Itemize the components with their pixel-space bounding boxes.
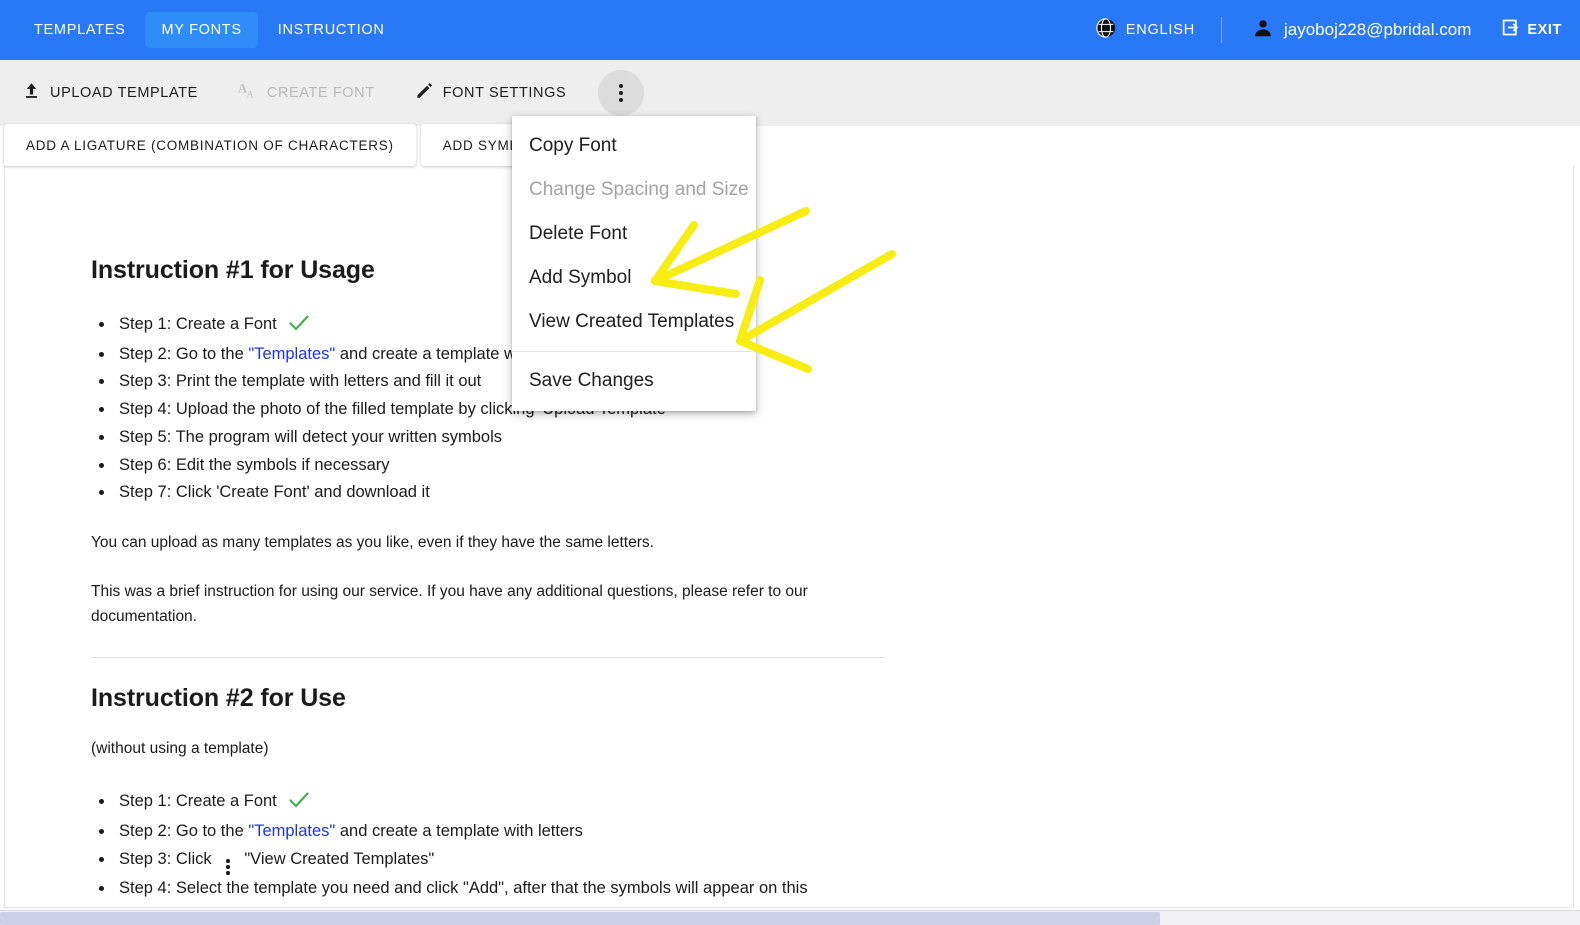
symbol-tab-row: ADD A LIGATURE (COMBINATION OF CHARACTER… <box>0 124 1580 166</box>
checkmark-icon <box>289 313 309 341</box>
upload-icon <box>22 81 41 105</box>
templates-link[interactable]: "Templates" <box>248 345 335 363</box>
list-item: Step 5: The program will detect your wri… <box>115 424 815 452</box>
section2-step-list: Step 1: Create a Font Step 2: Go to the … <box>91 788 815 907</box>
checkmark-icon <box>289 790 309 818</box>
exit-button[interactable]: EXIT <box>1501 17 1580 43</box>
section1-paragraph-2: This was a brief instruction for using o… <box>91 582 808 625</box>
exit-label: EXIT <box>1527 22 1562 38</box>
nav-tab-my-fonts[interactable]: MY FONTS <box>145 12 258 48</box>
section-divider <box>91 657 885 659</box>
menu-item-delete-font[interactable]: Delete Font <box>512 212 756 256</box>
more-vertical-icon <box>619 84 624 102</box>
list-item: Step 1: Create a Font <box>115 788 815 818</box>
tab-add-ligature[interactable]: ADD A LIGATURE (COMBINATION OF CHARACTER… <box>4 124 416 166</box>
nav-tab-templates[interactable]: TEMPLATES <box>18 12 141 48</box>
step1-text: Step 1: Create a Font <box>119 315 277 333</box>
step2-pre: Step 2: Go to the <box>119 344 249 363</box>
upload-template-label: UPLOAD TEMPLATE <box>50 85 198 101</box>
person-icon <box>1252 17 1274 44</box>
s2-step2-pre: Step 2: Go to the <box>119 821 249 840</box>
language-selector[interactable]: ENGLISH <box>1095 17 1221 44</box>
section2-subnote: (without using a template) <box>91 740 269 758</box>
instruction-content-card: Instruction #1 for Usage Step 1: Create … <box>4 166 1574 908</box>
top-navigation-bar: TEMPLATES MY FONTS INSTRUCTION ENGLISH j… <box>0 0 1580 60</box>
menu-item-save-changes[interactable]: Save Changes <box>512 359 756 403</box>
font-settings-label: FONT SETTINGS <box>442 85 567 101</box>
s2-step3-post: "View Created Templates" <box>244 849 435 868</box>
s2-step2-post: and create a template with letters <box>335 821 583 840</box>
horizontal-scrollbar-thumb[interactable] <box>0 912 1160 925</box>
font-options-menu: Copy Font Change Spacing and Size Delete… <box>512 116 756 411</box>
menu-item-add-symbol[interactable]: Add Symbol <box>512 256 756 300</box>
pencil-icon <box>415 81 434 105</box>
main-nav-tabs: TEMPLATES MY FONTS INSTRUCTION <box>0 12 401 48</box>
create-font-label: CREATE FONT <box>266 85 375 101</box>
user-account[interactable]: jayoboj228@pbridal.com <box>1222 17 1501 44</box>
user-email-label: jayoboj228@pbridal.com <box>1283 20 1472 39</box>
svg-text:A: A <box>246 89 254 100</box>
font-download-icon: A A <box>238 81 258 106</box>
more-options-button[interactable] <box>598 70 645 116</box>
upload-template-button[interactable]: UPLOAD TEMPLATE <box>20 73 214 113</box>
create-font-button[interactable]: A A CREATE FONT <box>236 73 391 114</box>
nav-tab-instruction[interactable]: INSTRUCTION <box>262 12 401 48</box>
font-settings-button[interactable]: FONT SETTINGS <box>413 73 583 113</box>
top-nav-right-group: ENGLISH jayoboj228@pbridal.com EXIT <box>1095 0 1580 60</box>
s2-step1-text: Step 1: Create a Font <box>119 792 277 811</box>
menu-separator <box>512 351 756 352</box>
globe-icon <box>1095 17 1117 44</box>
section2-heading: Instruction #2 for Use <box>91 684 346 713</box>
exit-icon <box>1501 17 1522 43</box>
font-toolbar: UPLOAD TEMPLATE A A CREATE FONT FONT SET… <box>0 60 1580 126</box>
list-item: Step 7: Click 'Create Font' and download… <box>115 479 815 507</box>
section1-paragraph-1: You can upload as many templates as you … <box>91 534 654 552</box>
list-item: Step 4: Select the template you need and… <box>115 875 815 907</box>
list-item: Step 6: Edit the symbols if necessary <box>115 452 815 480</box>
menu-item-view-created-templates[interactable]: View Created Templates <box>512 300 756 344</box>
more-vertical-icon <box>226 859 230 875</box>
list-item: Step 3: Click "View Created Templates" <box>115 846 815 875</box>
templates-link[interactable]: "Templates" <box>248 822 335 840</box>
menu-item-change-spacing-and-size[interactable]: Change Spacing and Size <box>512 168 756 212</box>
horizontal-scrollbar[interactable] <box>0 910 1580 925</box>
list-item: Step 2: Go to the "Templates" and create… <box>115 818 815 846</box>
menu-item-copy-font[interactable]: Copy Font <box>512 124 756 168</box>
language-label: ENGLISH <box>1125 22 1195 38</box>
section2: Instruction #2 for Use (without using a … <box>91 684 815 907</box>
s2-step3-pre: Step 3: Click <box>119 849 212 868</box>
